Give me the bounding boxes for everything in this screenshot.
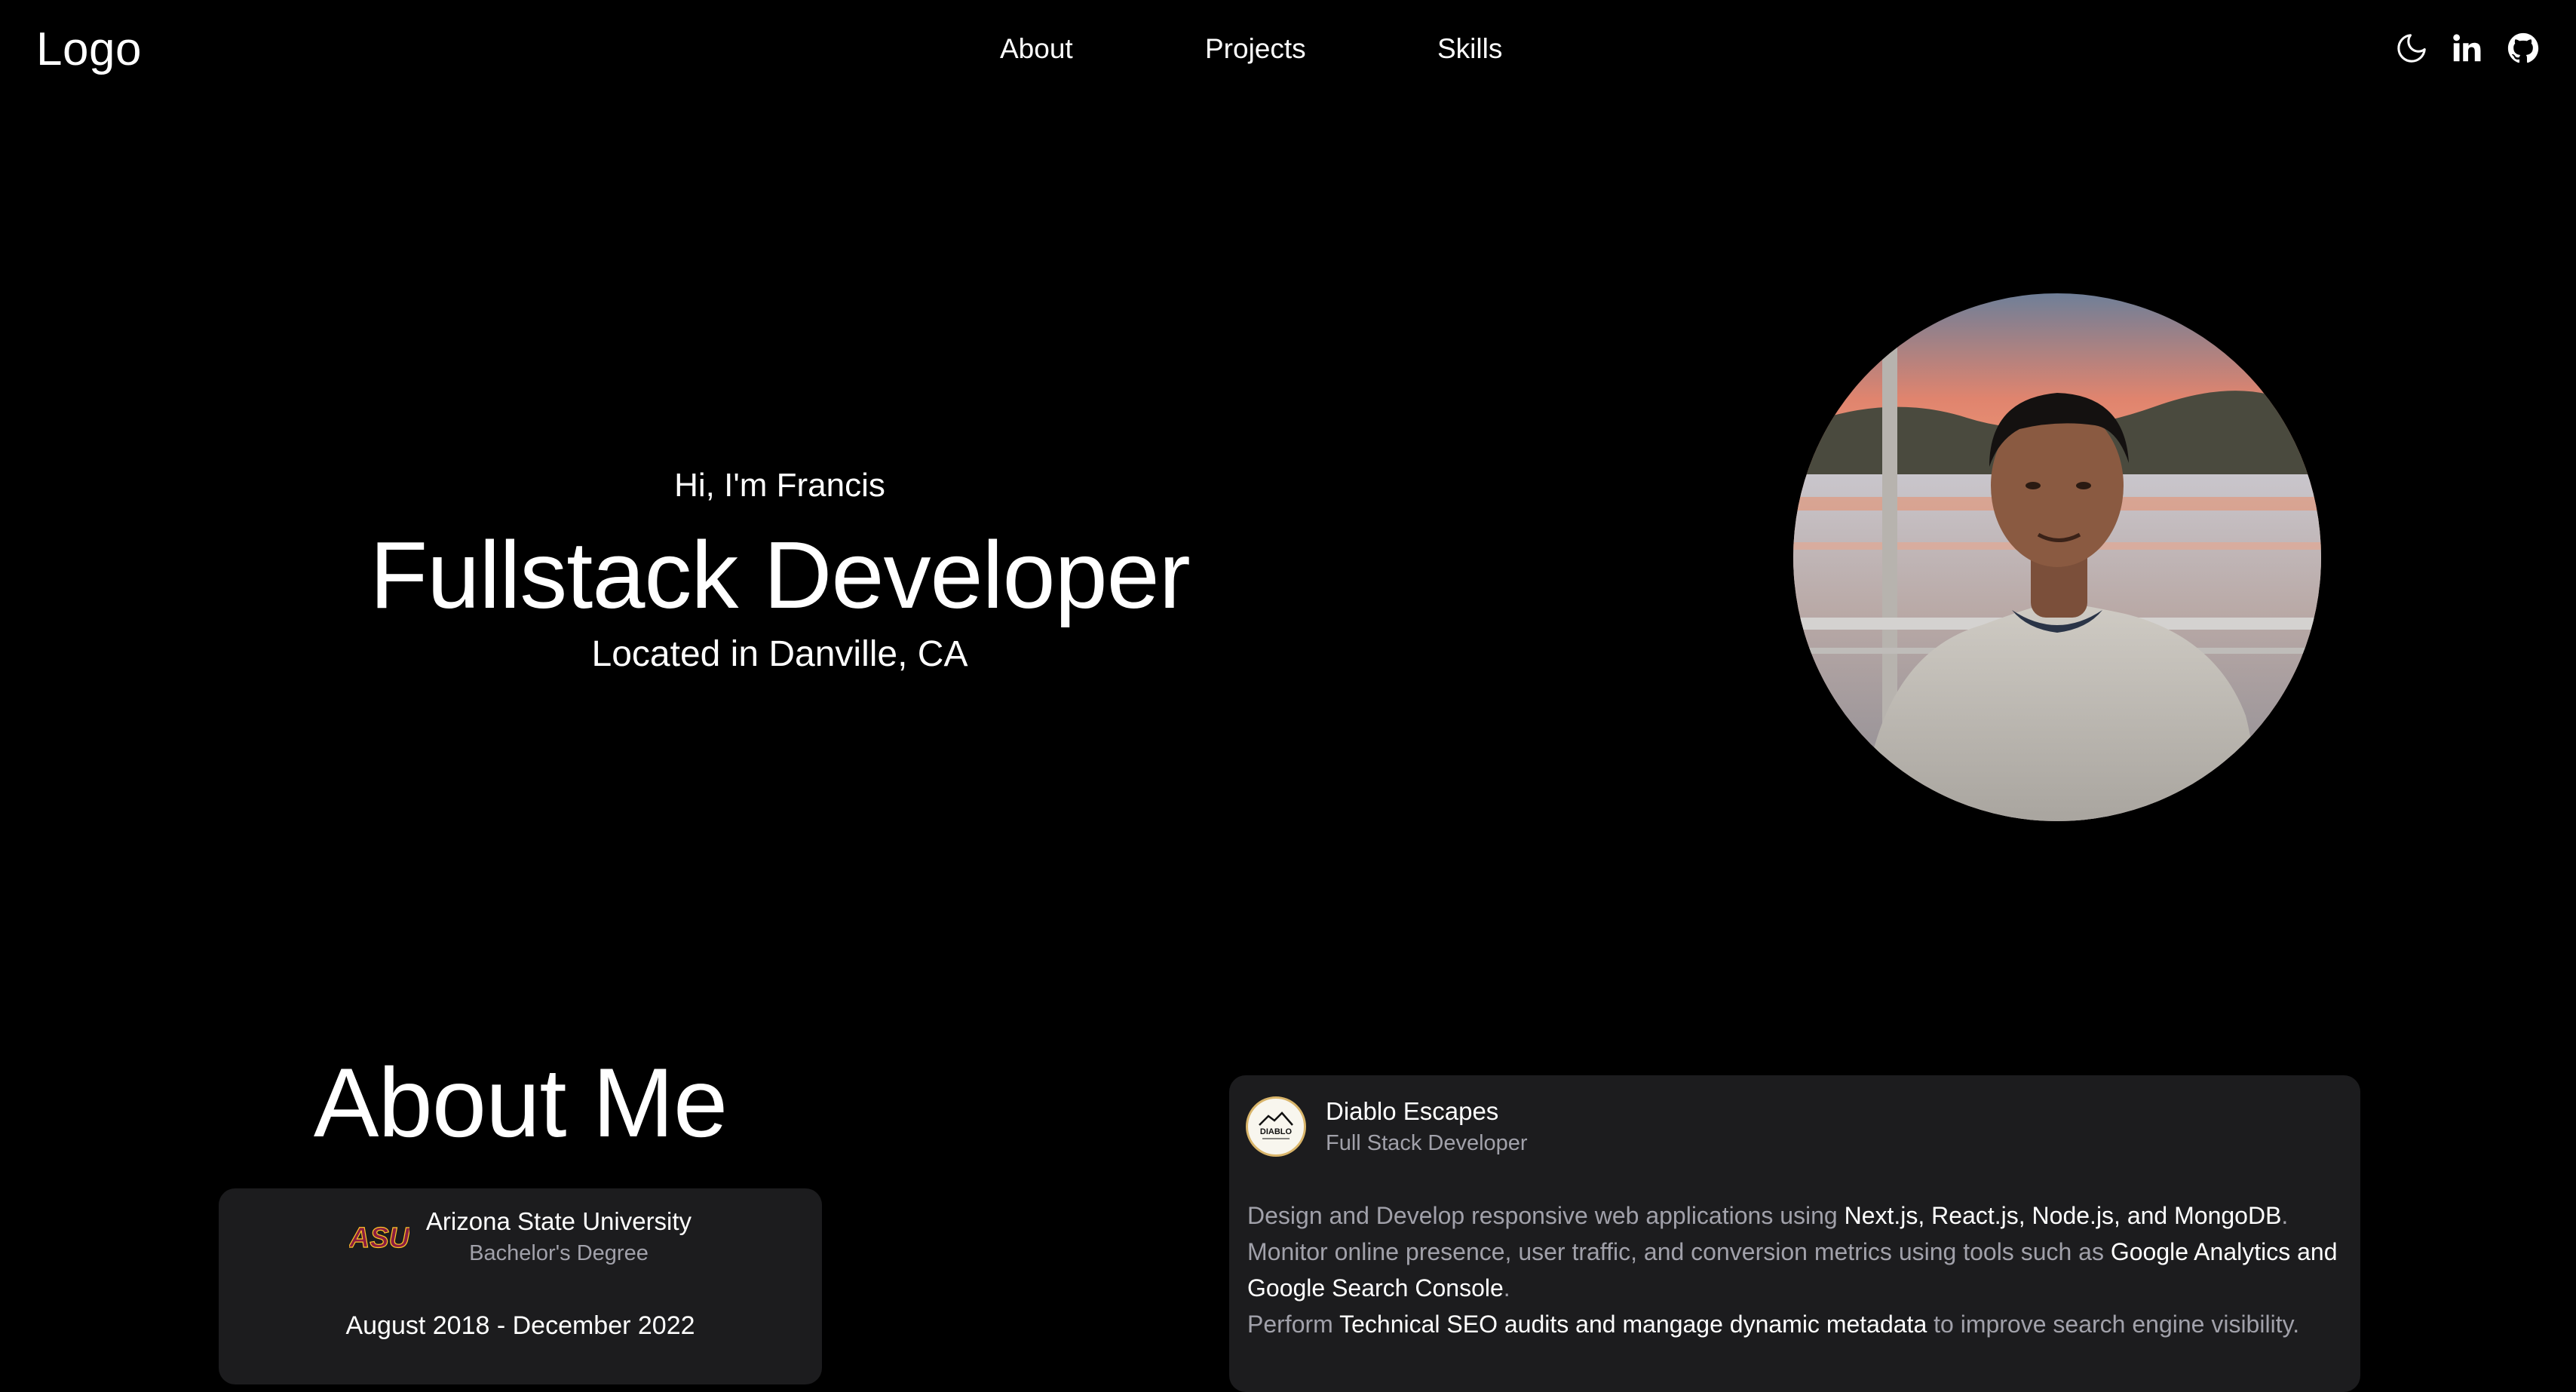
svg-text:ASU: ASU [349, 1222, 409, 1253]
description-highlight: Next.js, React.js, Node.js, and MongoDB [1844, 1202, 2282, 1229]
education-header: ASU Arizona State University Bachelor's … [219, 1205, 822, 1268]
description-text: Monitor online presence, user traffic, a… [1247, 1238, 2111, 1265]
profile-photo [1793, 293, 2321, 821]
nav-icons [2375, 26, 2543, 71]
nav-link-projects[interactable]: Projects [1205, 30, 1306, 68]
experience-card: DIABLO Diablo Escapes Full Stack Develop… [1229, 1075, 2360, 1392]
education-dates: August 2018 - December 2022 [345, 1311, 695, 1340]
description-line: Perform Technical SEO audits and mangage… [1247, 1306, 2341, 1342]
education-card: ASU Arizona State University Bachelor's … [219, 1188, 822, 1384]
github-icon[interactable] [2504, 29, 2543, 68]
nav-links: About Projects Skills [0, 30, 2576, 68]
education-texts: Arizona State University Bachelor's Degr… [426, 1205, 692, 1268]
description-line: Monitor online presence, user traffic, a… [1247, 1234, 2341, 1306]
description-text: . [1503, 1274, 1510, 1302]
experience-header: DIABLO Diablo Escapes Full Stack Develop… [1246, 1095, 1528, 1158]
description-line: Design and Develop responsive web applic… [1247, 1197, 2341, 1234]
description-highlight: Technical SEO audits and mangage dynamic… [1339, 1311, 1927, 1338]
moon-icon[interactable] [2392, 29, 2431, 68]
description-text: . [2281, 1202, 2289, 1229]
about-heading: About Me [313, 1047, 728, 1157]
experience-titles: Diablo Escapes Full Stack Developer [1326, 1095, 1528, 1158]
job-role: Full Stack Developer [1326, 1131, 1528, 1155]
company-logo-text: DIABLO [1260, 1127, 1293, 1136]
school-name: Arizona State University [425, 1207, 692, 1235]
hero-title: Fullstack Developer [370, 522, 1190, 628]
hero-location: Located in Danville, CA [591, 634, 968, 674]
description-text: Design and Develop responsive web applic… [1247, 1202, 1845, 1229]
description-text: to improve search engine visibility. [1927, 1311, 2300, 1338]
nav-link-about[interactable]: About [1000, 30, 1073, 68]
asu-logo: ASU [348, 1220, 411, 1254]
navbar: Logo About Projects Skills [0, 0, 2576, 98]
nav-link-skills[interactable]: Skills [1437, 30, 1502, 68]
company-name: Diablo Escapes [1326, 1097, 1499, 1125]
company-logo: DIABLO [1246, 1096, 1306, 1157]
hero-greeting: Hi, I'm Francis [674, 467, 885, 504]
degree: Bachelor's Degree [469, 1241, 649, 1265]
description-text: Perform [1247, 1311, 1340, 1338]
experience-description: Design and Develop responsive web applic… [1247, 1197, 2341, 1342]
linkedin-icon[interactable] [2448, 29, 2487, 68]
